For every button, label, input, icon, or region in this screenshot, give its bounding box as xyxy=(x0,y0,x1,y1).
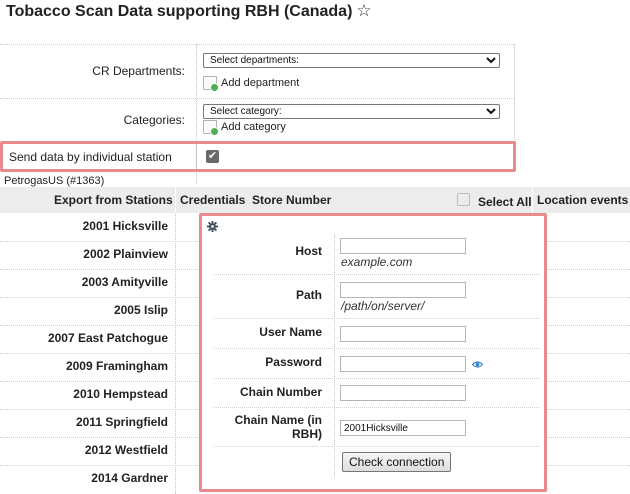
station-name: 2010 Hempstead xyxy=(73,387,168,401)
add-department-link[interactable]: Add department xyxy=(203,76,300,92)
station-name: 2001 Hicksville xyxy=(82,219,168,233)
location-events-header: Location events xyxy=(537,193,629,207)
panel-row-divider xyxy=(214,446,539,447)
station-name: 2009 Framingham xyxy=(65,359,168,373)
panel-row-divider xyxy=(214,378,539,379)
eye-icon[interactable] xyxy=(471,359,484,370)
station-name: 2005 Islip xyxy=(113,303,168,317)
store-number-header: Store Number xyxy=(252,193,332,207)
add-category-link[interactable]: Add category xyxy=(203,120,286,136)
panel-row-divider xyxy=(214,348,539,349)
send-by-station-checkbox[interactable]: ✔ xyxy=(206,150,219,163)
chain-number-label: Chain Number xyxy=(239,385,322,399)
gear-icon[interactable] xyxy=(207,221,218,232)
select-all-checkbox[interactable] xyxy=(457,193,470,206)
category-select[interactable]: Select category: xyxy=(203,104,500,119)
station-name: 2002 Plainview xyxy=(83,247,168,261)
header-divider xyxy=(175,187,176,213)
cr-departments-label: CR Departments: xyxy=(92,64,185,78)
page-title: Tobacco Scan Data supporting RBH (Canada… xyxy=(6,1,372,21)
page-title-text: Tobacco Scan Data supporting RBH (Canada… xyxy=(6,3,353,20)
chain-name-input[interactable] xyxy=(340,420,466,436)
credentials-header: Credentials xyxy=(180,193,246,207)
form-row-divider xyxy=(0,98,514,99)
company-name: PetrogasUS (#1363) xyxy=(4,175,105,187)
station-name: 2014 Gardner xyxy=(91,471,168,485)
add-icon xyxy=(203,76,219,92)
panel-row-divider xyxy=(214,407,539,408)
select-all-header: Select All xyxy=(478,195,532,209)
station-name: 2012 Westfield xyxy=(84,443,168,457)
add-department-text: Add department xyxy=(221,77,300,89)
form-right-divider xyxy=(514,44,515,142)
panel-row-divider xyxy=(214,274,539,275)
export-header: Export from Stations xyxy=(54,193,173,207)
panel-row-divider xyxy=(214,318,539,319)
form-top-divider xyxy=(0,44,514,45)
check-connection-button[interactable]: Check connection xyxy=(342,452,452,472)
chain-name-label: Chain Name (in RBH) xyxy=(234,413,322,441)
station-name: 2011 Springfield xyxy=(75,415,168,429)
departments-select[interactable]: Select departments: xyxy=(203,53,500,68)
header-divider xyxy=(532,187,533,213)
password-input[interactable] xyxy=(340,356,466,372)
user-name-label: User Name xyxy=(259,325,322,339)
host-input[interactable] xyxy=(340,238,466,254)
station-name: 2007 East Patchogue xyxy=(47,331,168,345)
host-label: Host xyxy=(295,244,322,258)
categories-label: Categories: xyxy=(123,113,185,127)
path-hint: /path/on/server/ xyxy=(341,299,425,313)
station-name: 2003 Amityville xyxy=(81,275,168,289)
user-name-input[interactable] xyxy=(340,326,466,342)
password-label: Password xyxy=(265,355,322,369)
send-row-divider xyxy=(196,144,197,169)
star-icon[interactable]: ☆ xyxy=(356,1,371,20)
panel-column-divider xyxy=(334,235,335,477)
add-icon xyxy=(203,120,219,136)
add-category-text: Add category xyxy=(221,121,286,133)
chain-number-input[interactable] xyxy=(340,385,466,401)
send-by-station-label: Send data by individual station xyxy=(9,150,172,164)
path-label: Path xyxy=(295,288,322,302)
host-hint: example.com xyxy=(341,255,413,269)
path-input[interactable] xyxy=(340,282,466,298)
